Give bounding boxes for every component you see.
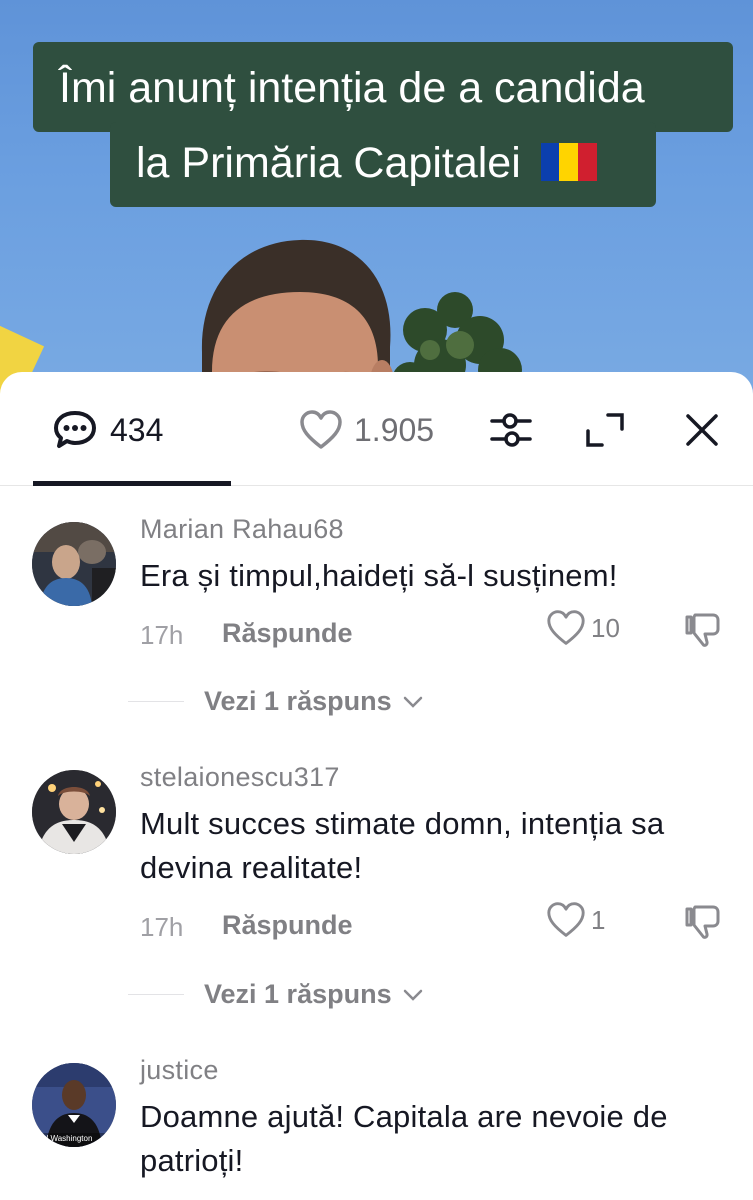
comment-icon (54, 411, 96, 448)
comment-like-count: 10 (591, 612, 620, 643)
comment-like-button[interactable]: 1 (545, 901, 605, 939)
comment-text: Mult succes stimate domn, intenția sa de… (140, 806, 665, 885)
thumbs-down-icon (685, 613, 720, 647)
filter-button[interactable] (488, 408, 534, 452)
tab-comments[interactable]: 434 (52, 408, 163, 452)
expand-button[interactable] (582, 408, 628, 452)
dislike-button[interactable] (683, 609, 723, 654)
avatar-caption: zel Washington (38, 1134, 93, 1143)
reply-button[interactable]: Răspunde (222, 618, 353, 649)
close-icon (686, 414, 718, 446)
comment-time: 17h (140, 620, 184, 650)
comment-username[interactable]: Marian Rahau68 (140, 514, 344, 545)
like-count: 1.905 (354, 411, 435, 448)
reply-button[interactable]: Răspunde (222, 910, 353, 941)
chevron-down-icon (403, 696, 422, 708)
view-replies-button[interactable]: Vezi 1 răspuns (128, 979, 424, 1010)
active-tab-indicator (33, 481, 231, 486)
avatar[interactable]: zel Washington (32, 1063, 116, 1147)
heart-icon (547, 610, 585, 645)
comment-time: 17h (140, 912, 184, 942)
view-replies-button[interactable]: Vezi 1 răspuns (128, 686, 424, 717)
heart-icon (300, 410, 342, 449)
video-caption-line-1: Îmi anunț intenția de a candida (33, 42, 733, 132)
video-player[interactable]: Îmi anunț intenția de a candida la Primă… (0, 0, 753, 400)
tab-likes[interactable]: 1.905 (298, 408, 434, 452)
comments-toolbar: 434 1.905 (0, 372, 753, 486)
divider-line (128, 994, 184, 995)
avatar[interactable] (32, 770, 116, 854)
filter-icon (490, 413, 532, 447)
chevron-down-icon (403, 989, 422, 1001)
avatar[interactable] (32, 522, 116, 606)
thumbs-down-icon (685, 905, 720, 939)
comment-username[interactable]: stelaionescu317 (140, 762, 340, 793)
divider-line (128, 701, 184, 702)
close-button[interactable] (682, 408, 722, 452)
comment-text: Era și timpul,haideți să-l susținem! (140, 558, 618, 593)
comment-count: 434 (110, 411, 164, 448)
comment-text: Doamne ajută! Capitala are nevoie de pat… (140, 1099, 668, 1178)
comment-like-count: 1 (591, 904, 606, 935)
dislike-button[interactable] (683, 901, 723, 946)
comments-sheet: 434 1.905 Marian Rahau68 Era și timpul,h… (0, 372, 753, 1200)
heart-icon (547, 902, 585, 937)
expand-icon (586, 413, 624, 447)
comment-like-button[interactable]: 10 (545, 609, 620, 647)
comment-username[interactable]: justice (140, 1055, 219, 1086)
video-caption-line-2: la Primăria Capitalei (110, 122, 656, 207)
romania-flag-icon (540, 142, 597, 181)
